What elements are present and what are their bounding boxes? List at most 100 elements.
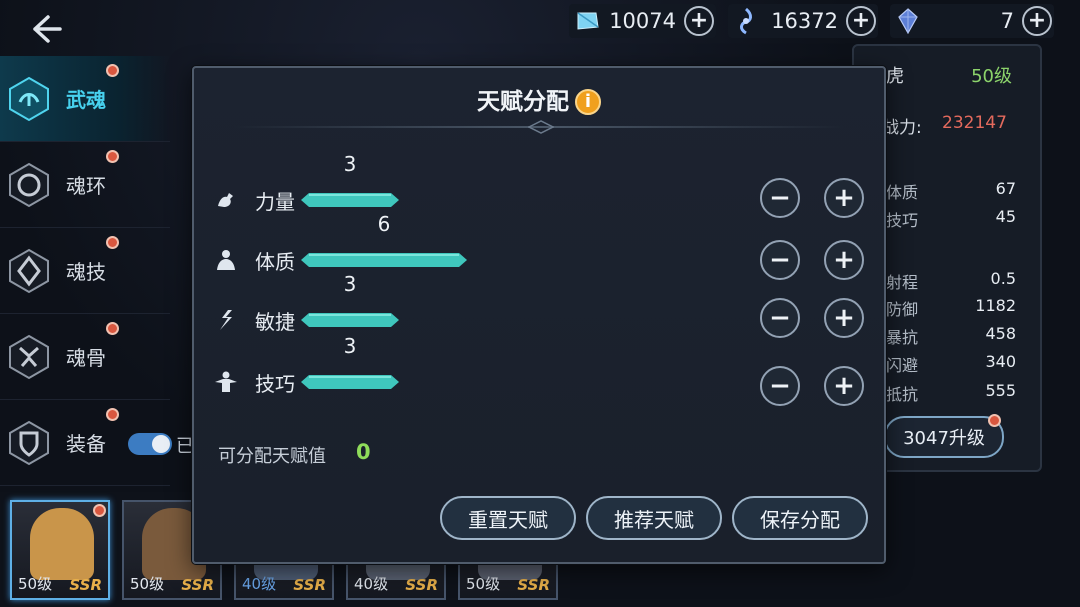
talent-row-agility: 敏捷 3 − + (214, 272, 874, 340)
gem-count: 7 (1000, 9, 1014, 33)
decrease-agility-button[interactable]: − (760, 298, 800, 338)
talent-row-constitution: 体质 6 − + (214, 212, 874, 280)
stat-label: 防御 (886, 300, 919, 319)
sidebar-item-label: 装备 (66, 432, 106, 456)
decrease-strength-button[interactable]: − (760, 178, 800, 218)
notification-dot (106, 150, 119, 163)
card-level: 50级 (130, 575, 165, 593)
save-allocation-button[interactable]: 保存分配 (732, 496, 868, 540)
stat-value: 45 (995, 207, 1016, 226)
sidebar-item-label: 武魂 (66, 88, 106, 112)
stat-label: 暴抗 (886, 328, 919, 347)
notification-dot (106, 64, 119, 77)
talent-progress-bar (301, 313, 399, 327)
stat-row: 射程 0.5 (886, 269, 1016, 293)
soul-crystal-count: 16372 (771, 9, 838, 33)
agility-icon (220, 310, 232, 330)
decrease-technique-button[interactable]: − (760, 366, 800, 406)
increase-agility-button[interactable]: + (824, 298, 864, 338)
equipment-icon (6, 420, 52, 466)
resource-bar: 10074 + 16372 + 7 + (569, 4, 1054, 38)
card-level: 40级 (354, 575, 389, 593)
sidebar-item-label: 魂骨 (66, 346, 106, 370)
stat-row: 防御 1182 (886, 296, 1016, 320)
increase-strength-button[interactable]: + (824, 178, 864, 218)
hero-portrait (30, 508, 94, 580)
info-icon[interactable]: i (575, 88, 601, 115)
stat-label: 体质 (886, 183, 919, 202)
strength-icon (218, 193, 233, 207)
stat-row: 闪避 340 (886, 352, 1016, 376)
stat-label: 抵抗 (886, 385, 919, 404)
stat-value: 67 (995, 179, 1016, 198)
soul-crystal-icon (732, 7, 760, 35)
soul-skill-icon (6, 248, 52, 294)
card-rank: SSR (293, 576, 326, 594)
talent-progress-bar (301, 253, 467, 267)
power-value: 232147 (942, 113, 1007, 133)
add-gem-button[interactable]: + (1022, 6, 1052, 36)
sidebar-item-soul-skill[interactable]: 魂技 (0, 228, 170, 314)
hero-card[interactable]: 50级 SSR (10, 500, 110, 600)
stat-row: 抵抗 555 (886, 381, 1016, 405)
stat-row: 体质 67 (886, 179, 1016, 203)
dialog-title: 天赋分配 i (194, 82, 884, 116)
card-rank: SSR (69, 576, 102, 594)
stat-value: 340 (985, 352, 1016, 371)
sidebar-item-martial-soul[interactable]: 武魂 (0, 56, 170, 142)
hero-level: 50级 (971, 66, 1012, 87)
talent-value: 6 (377, 212, 391, 236)
increase-technique-button[interactable]: + (824, 366, 864, 406)
technique-icon (215, 371, 237, 392)
talent-progress-bar (301, 375, 399, 389)
back-button[interactable] (28, 12, 68, 46)
talent-row-technique: 技巧 3 − + (214, 334, 874, 406)
talent-name: 力量 (255, 190, 295, 214)
power-label: 战力: (882, 118, 922, 138)
talent-value: 3 (343, 152, 357, 176)
talent-name: 技巧 (255, 372, 295, 396)
sidebar-item-equipment[interactable]: 装备 已 (0, 400, 194, 486)
ornament-icon (528, 120, 554, 134)
card-level: 40级 (242, 575, 277, 593)
constitution-icon (217, 250, 235, 270)
card-rank: SSR (181, 576, 214, 594)
dialog-title-text: 天赋分配 (477, 89, 569, 115)
stat-value: 458 (985, 324, 1016, 343)
sidebar-item-soul-bone[interactable]: 魂骨 (0, 314, 170, 400)
sidebar-item-label: 魂技 (66, 260, 106, 284)
card-rank: SSR (517, 576, 550, 594)
talent-name: 体质 (255, 250, 295, 274)
increase-constitution-button[interactable]: + (824, 240, 864, 280)
sidebar-item-soul-ring[interactable]: 魂环 (0, 142, 170, 228)
stat-row: 技巧 45 (886, 207, 1016, 231)
notification-dot (988, 414, 1001, 427)
notification-dot (93, 504, 106, 517)
stat-value: 0.5 (990, 269, 1016, 288)
card-level: 50级 (466, 575, 501, 593)
upgrade-button[interactable]: 3047升级 (884, 416, 1004, 458)
decrease-constitution-button[interactable]: − (760, 240, 800, 280)
resource-gem: 7 + (890, 4, 1054, 38)
reset-talent-button[interactable]: 重置天赋 (440, 496, 576, 540)
add-diamond-button[interactable]: + (684, 6, 714, 36)
stat-label: 技巧 (886, 211, 919, 230)
soul-bone-icon (6, 334, 52, 380)
talent-value: 3 (343, 334, 357, 358)
diamond-count: 10074 (609, 9, 676, 33)
diamond-icon (573, 7, 601, 35)
equipment-toggle[interactable] (128, 433, 172, 455)
card-level: 50级 (18, 575, 53, 593)
talent-name: 敏捷 (255, 310, 295, 334)
add-soul-crystal-button[interactable]: + (846, 6, 876, 36)
notification-dot (106, 236, 119, 249)
stat-label: 闪避 (886, 356, 919, 375)
card-rank: SSR (405, 576, 438, 594)
sidebar-item-label: 魂环 (66, 174, 106, 198)
notification-dot (106, 322, 119, 335)
talent-progress-bar (301, 193, 399, 207)
available-points-value: 0 (356, 440, 371, 464)
recommend-talent-button[interactable]: 推荐天赋 (586, 496, 722, 540)
talent-allocation-dialog: 天赋分配 i 力量 3 − + 体质 6 − + 敏捷 3 − + 技巧 3 − … (192, 66, 886, 564)
talent-row-strength: 力量 3 − + (214, 152, 874, 220)
